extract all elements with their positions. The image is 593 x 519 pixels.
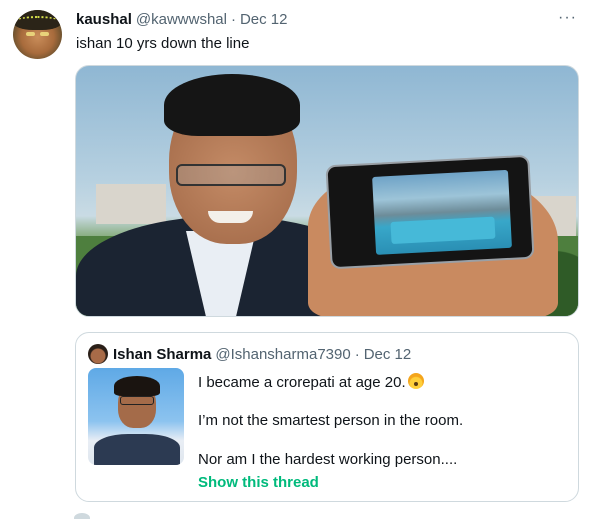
quoted-avatar[interactable] bbox=[88, 344, 108, 364]
avatar-eye-right bbox=[40, 32, 49, 36]
display-name[interactable]: kaushal bbox=[76, 11, 132, 28]
more-horizontal-icon[interactable]: ··· bbox=[558, 9, 577, 27]
tweet-date[interactable]: Dec 12 bbox=[240, 11, 288, 28]
quoted-text-line-3: Nor am I the hardest working person.... bbox=[198, 451, 458, 468]
quoted-user-handle[interactable]: @Ishansharma7390 bbox=[215, 346, 350, 363]
man-hair bbox=[164, 74, 300, 136]
quoted-display-name[interactable]: Ishan Sharma bbox=[113, 346, 211, 363]
pool-image bbox=[390, 216, 496, 245]
separator-dot: · bbox=[354, 346, 360, 363]
quoted-tweet-header: Ishan Sharma @Ishansharma7390 · Dec 12 bbox=[113, 346, 411, 363]
exploding-head-icon bbox=[407, 373, 424, 389]
user-handle[interactable]: @kawwwshal bbox=[136, 11, 227, 28]
thumb-glasses bbox=[120, 396, 154, 405]
thumb-shirt bbox=[94, 434, 180, 465]
avatar-decoration bbox=[16, 16, 59, 26]
next-tweet-avatar[interactable] bbox=[74, 513, 90, 519]
quoted-tweet[interactable]: Ishan Sharma @Ishansharma7390 · Dec 12 I… bbox=[75, 332, 579, 502]
tweet-text: ishan 10 yrs down the line bbox=[76, 35, 250, 52]
avatar-eye-left bbox=[26, 32, 35, 36]
show-thread-link[interactable]: Show this thread bbox=[198, 474, 319, 491]
separator-dot: · bbox=[230, 11, 236, 28]
thumb-hair bbox=[114, 376, 160, 396]
background-building bbox=[96, 184, 166, 224]
quoted-text-line-2: I’m not the smartest person in the room. bbox=[198, 412, 464, 429]
tweet[interactable]: kaushal @kawwwshal · Dec 12 ··· ishan 10… bbox=[0, 0, 593, 519]
quoted-media-thumbnail[interactable] bbox=[88, 368, 184, 465]
avatar[interactable] bbox=[13, 10, 62, 59]
man-glasses bbox=[176, 164, 286, 186]
quoted-tweet-date[interactable]: Dec 12 bbox=[364, 346, 412, 363]
tweet-media-image[interactable] bbox=[75, 65, 579, 317]
tweet-header: kaushal @kawwwshal · Dec 12 bbox=[76, 11, 288, 28]
phone-screen bbox=[372, 169, 512, 255]
man-smile bbox=[208, 211, 253, 223]
quoted-text-line-1-text: I became a crorepati at age 20. bbox=[198, 374, 406, 391]
quoted-text-line-1: I became a crorepati at age 20. bbox=[198, 373, 424, 391]
phone bbox=[325, 154, 535, 270]
